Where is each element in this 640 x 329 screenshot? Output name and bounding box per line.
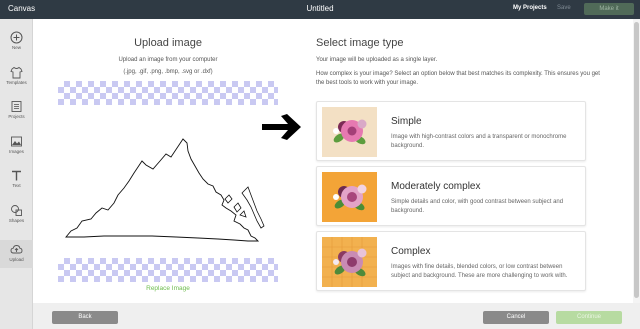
flower-thumbnail-complex xyxy=(322,237,377,287)
sidebar-item-label: New xyxy=(11,45,21,50)
save-link[interactable]: Save xyxy=(557,5,571,11)
flower-thumbnail-simple xyxy=(322,107,377,157)
option-moderately-complex[interactable]: Moderately complex Simple details and co… xyxy=(316,166,586,226)
text-icon xyxy=(12,170,21,181)
single-layer-note: Your image will be uploaded as a single … xyxy=(316,57,438,63)
image-icon xyxy=(11,136,22,147)
cloud-upload-icon xyxy=(10,245,23,254)
make-it-button[interactable]: Make it xyxy=(584,3,634,15)
cancel-button[interactable]: Cancel xyxy=(483,311,549,324)
image-preview xyxy=(58,81,278,282)
sidebar-item-label: Projects xyxy=(8,114,25,119)
sidebar-item-images[interactable]: Images xyxy=(0,135,33,154)
sidebar-item-label: Templates xyxy=(6,80,27,85)
transparency-pattern xyxy=(58,258,278,282)
select-type-title: Select image type xyxy=(316,37,404,49)
scrollbar-thumb[interactable] xyxy=(634,22,639,298)
sidebar-item-projects[interactable]: Projects xyxy=(0,100,33,119)
top-bar: Canvas Untitled My Projects Save Make it xyxy=(0,0,640,19)
sidebar-item-label: Images xyxy=(9,149,24,154)
upload-formats: (.jpg, .gif, .png, .bmp, .svg or .dxf) xyxy=(123,69,213,75)
shirt-icon xyxy=(10,66,23,79)
option-description: Simple details and color, with good cont… xyxy=(391,199,564,214)
flower-thumbnail-moderate xyxy=(322,172,377,222)
option-description: Images with fine details, blended colors… xyxy=(391,264,568,279)
option-title: Simple xyxy=(391,116,422,127)
sidebar-item-text[interactable]: Text xyxy=(0,169,33,188)
upload-panel: Upload image Upload an image from your c… xyxy=(33,19,640,303)
shapes-icon xyxy=(11,205,22,216)
plus-circle-icon xyxy=(10,31,23,44)
option-title: Complex xyxy=(391,246,431,257)
sidebar: New Templates Projects Images Text Shape… xyxy=(0,19,33,329)
complexity-instructions: How complex is your image? Select an opt… xyxy=(316,71,600,86)
sidebar-item-shapes[interactable]: Shapes xyxy=(0,204,33,223)
projects-icon xyxy=(11,101,22,112)
option-simple[interactable]: Simple Image with high-contrast colors a… xyxy=(316,101,586,161)
continue-button[interactable]: Continue xyxy=(556,311,622,324)
sidebar-item-templates[interactable]: Templates xyxy=(0,66,33,85)
my-projects-link[interactable]: My Projects xyxy=(513,5,547,11)
back-button[interactable]: Back xyxy=(52,311,118,324)
sidebar-item-upload[interactable]: Upload xyxy=(0,240,33,268)
option-complex[interactable]: Complex Images with fine details, blende… xyxy=(316,231,586,291)
option-description: Image with high-contrast colors and a tr… xyxy=(391,134,567,149)
option-title: Moderately complex xyxy=(391,181,481,192)
sidebar-item-label: Upload xyxy=(9,257,24,262)
right-arrow-icon xyxy=(262,114,301,140)
sidebar-item-new[interactable]: New xyxy=(0,31,33,50)
upload-title: Upload image xyxy=(134,37,202,49)
virginia-outline-image xyxy=(65,138,265,242)
sidebar-item-label: Shapes xyxy=(8,218,25,223)
replace-image-link[interactable]: Replace Image xyxy=(58,285,278,292)
upload-description: Upload an image from your computer xyxy=(118,57,218,63)
footer-bar: Back Cancel Continue xyxy=(33,303,640,329)
sidebar-item-label: Text xyxy=(12,183,21,188)
